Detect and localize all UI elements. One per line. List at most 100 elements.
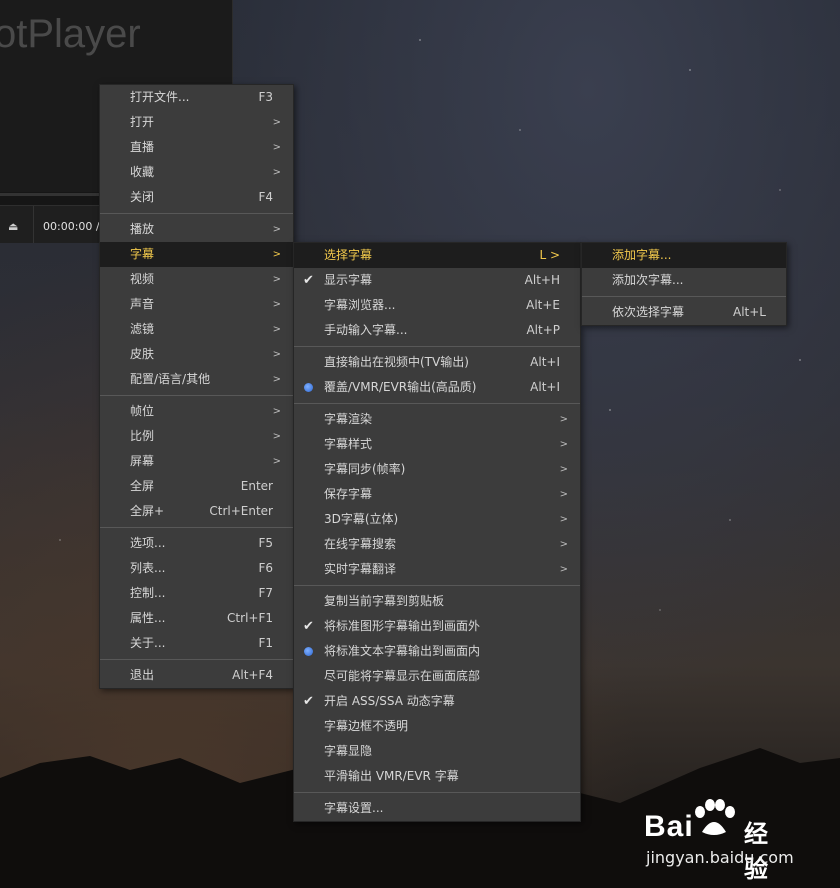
menu-item-label: 在线字幕搜索: [324, 537, 397, 551]
main-menu-item[interactable]: 视频 >: [100, 267, 293, 292]
subtitle-menu-item[interactable]: ✔ 开启 ASS/SSA 动态字幕: [294, 689, 580, 714]
subtitle-menu-item[interactable]: 字幕同步(帧率) >: [294, 457, 580, 482]
subtitle-menu-item[interactable]: 覆盖/VMR/EVR输出(高品质) Alt+I: [294, 375, 580, 400]
menu-item-label: 覆盖/VMR/EVR输出(高品质): [324, 380, 477, 394]
submenu-arrow-icon: >: [272, 274, 281, 285]
submenu-arrow-icon: >: [559, 464, 568, 475]
menu-item-shortcut: F3: [258, 90, 273, 104]
main-menu-item[interactable]: 打开 >: [100, 110, 293, 135]
menu-item-label: 视频: [130, 272, 155, 286]
subtitle-menu-item[interactable]: 直接输出在视频中(TV输出) Alt+I: [294, 350, 580, 375]
subtitle-menu-item[interactable]: 手动输入字幕... Alt+P: [294, 318, 580, 343]
main-menu-item[interactable]: 全屏+ Ctrl+Enter: [100, 499, 293, 524]
menu-divider: [100, 659, 293, 660]
menu-divider: [294, 346, 580, 347]
main-menu-item[interactable]: 字幕 >: [100, 242, 293, 267]
menu-item-label: 手动输入字幕...: [324, 323, 408, 337]
menu-item-label: 屏幕: [130, 454, 155, 468]
menu-item-label: 显示字幕: [324, 273, 373, 287]
menu-item-label: 直接输出在视频中(TV输出): [324, 355, 469, 369]
select-menu-item[interactable]: 添加字幕...: [582, 243, 786, 268]
main-menu-item[interactable]: 屏幕 >: [100, 449, 293, 474]
menu-item-label: 字幕边框不透明: [324, 719, 409, 733]
submenu-arrow-icon: >: [272, 249, 281, 260]
main-menu-item[interactable]: 控制... F7: [100, 581, 293, 606]
submenu-arrow-icon: >: [272, 117, 281, 128]
main-menu-item[interactable]: 收藏 >: [100, 160, 293, 185]
submenu-arrow-icon: >: [272, 299, 281, 310]
menu-item-shortcut: L >: [539, 248, 560, 262]
menu-item-shortcut: F5: [258, 536, 273, 550]
radio-dot-icon: [304, 383, 313, 392]
select-menu-item[interactable]: 添加次字幕...: [582, 268, 786, 293]
main-menu-item[interactable]: 配置/语言/其他 >: [100, 367, 293, 392]
subtitle-submenu: 选择字幕 L > ✔ 显示字幕 Alt+H 字幕浏览器... Alt+E 手动输入字幕... A…: [293, 242, 581, 822]
subtitle-menu-item[interactable]: 复制当前字幕到剪贴板: [294, 589, 580, 614]
checkmark-icon: ✔: [303, 619, 314, 634]
submenu-arrow-icon: >: [272, 324, 281, 335]
radio-dot-icon: [304, 647, 313, 656]
main-menu-item[interactable]: 全屏 Enter: [100, 474, 293, 499]
subtitle-menu-item[interactable]: 将标准文本字幕输出到画面内: [294, 639, 580, 664]
menu-item-shortcut: Alt+L: [733, 305, 766, 319]
subtitle-menu-item[interactable]: 平滑输出 VMR/EVR 字幕: [294, 764, 580, 789]
menu-item-label: 复制当前字幕到剪贴板: [324, 594, 445, 608]
main-menu-item[interactable]: 打开文件... F3: [100, 85, 293, 110]
main-menu-item[interactable]: 帧位 >: [100, 399, 293, 424]
subtitle-menu-item[interactable]: ✔ 显示字幕 Alt+H: [294, 268, 580, 293]
main-menu-item[interactable]: 列表... F6: [100, 556, 293, 581]
paw-icon: [695, 799, 735, 835]
main-menu-item[interactable]: 比例 >: [100, 424, 293, 449]
menu-item-label: 平滑输出 VMR/EVR 字幕: [324, 769, 459, 783]
menu-item-shortcut: Alt+I: [530, 380, 560, 394]
menu-item-label: 依次选择字幕: [612, 305, 685, 319]
subtitle-menu-item[interactable]: 字幕浏览器... Alt+E: [294, 293, 580, 318]
main-menu-item[interactable]: 直播 >: [100, 135, 293, 160]
main-menu-item[interactable]: 关闭 F4: [100, 185, 293, 210]
eject-icon[interactable]: ⏏: [8, 220, 18, 233]
context-menu: 打开文件... F3 打开 > 直播 > 收藏 > 关闭 F4 播放 > 字幕 > 视频 > 声音 > 滤镜 > 皮肤 >…: [99, 84, 294, 689]
menu-item-label: 添加次字幕...: [612, 273, 684, 287]
menu-item-shortcut: F6: [258, 561, 273, 575]
subtitle-menu-item[interactable]: 字幕渲染 >: [294, 407, 580, 432]
time-display: 00:00:00 /: [43, 220, 100, 233]
subtitle-menu-item[interactable]: 字幕设置...: [294, 796, 580, 821]
main-menu-item[interactable]: 播放 >: [100, 217, 293, 242]
main-menu-item[interactable]: 声音 >: [100, 292, 293, 317]
subtitle-menu-item[interactable]: 字幕显隐: [294, 739, 580, 764]
submenu-arrow-icon: >: [272, 456, 281, 467]
menu-item-label: 字幕样式: [324, 437, 373, 451]
menu-item-label: 字幕设置...: [324, 801, 384, 815]
main-menu-item[interactable]: 皮肤 >: [100, 342, 293, 367]
main-menu-item[interactable]: 滤镜 >: [100, 317, 293, 342]
subtitle-menu-item[interactable]: 在线字幕搜索 >: [294, 532, 580, 557]
subtitle-menu-item[interactable]: 保存字幕 >: [294, 482, 580, 507]
submenu-arrow-icon: >: [272, 142, 281, 153]
subtitle-menu-item[interactable]: 字幕边框不透明: [294, 714, 580, 739]
menu-item-label: 字幕显隐: [324, 744, 373, 758]
menu-item-label: 配置/语言/其他: [130, 372, 211, 386]
subtitle-menu-item[interactable]: 实时字幕翻译 >: [294, 557, 580, 582]
submenu-arrow-icon: >: [272, 431, 281, 442]
main-menu-item[interactable]: 选项... F5: [100, 531, 293, 556]
submenu-arrow-icon: >: [272, 167, 281, 178]
menu-divider: [294, 792, 580, 793]
main-menu-item[interactable]: 属性... Ctrl+F1: [100, 606, 293, 631]
control-divider: [33, 206, 34, 243]
subtitle-menu-item[interactable]: 选择字幕 L >: [294, 243, 580, 268]
menu-divider: [294, 585, 580, 586]
main-menu-item[interactable]: 退出 Alt+F4: [100, 663, 293, 688]
subtitle-menu-item[interactable]: 3D字幕(立体) >: [294, 507, 580, 532]
menu-divider: [582, 296, 786, 297]
menu-item-label: 控制...: [130, 586, 166, 600]
menu-item-label: 声音: [130, 297, 155, 311]
subtitle-menu-item[interactable]: 尽可能将字幕显示在画面底部: [294, 664, 580, 689]
select-menu-item[interactable]: 依次选择字幕 Alt+L: [582, 300, 786, 325]
menu-item-label: 属性...: [130, 611, 166, 625]
subtitle-menu-item[interactable]: ✔ 将标准图形字幕输出到画面外: [294, 614, 580, 639]
submenu-arrow-icon: >: [272, 406, 281, 417]
menu-item-shortcut: Ctrl+F1: [227, 611, 273, 625]
menu-item-label: 全屏+: [130, 504, 165, 518]
subtitle-menu-item[interactable]: 字幕样式 >: [294, 432, 580, 457]
main-menu-item[interactable]: 关于... F1: [100, 631, 293, 656]
